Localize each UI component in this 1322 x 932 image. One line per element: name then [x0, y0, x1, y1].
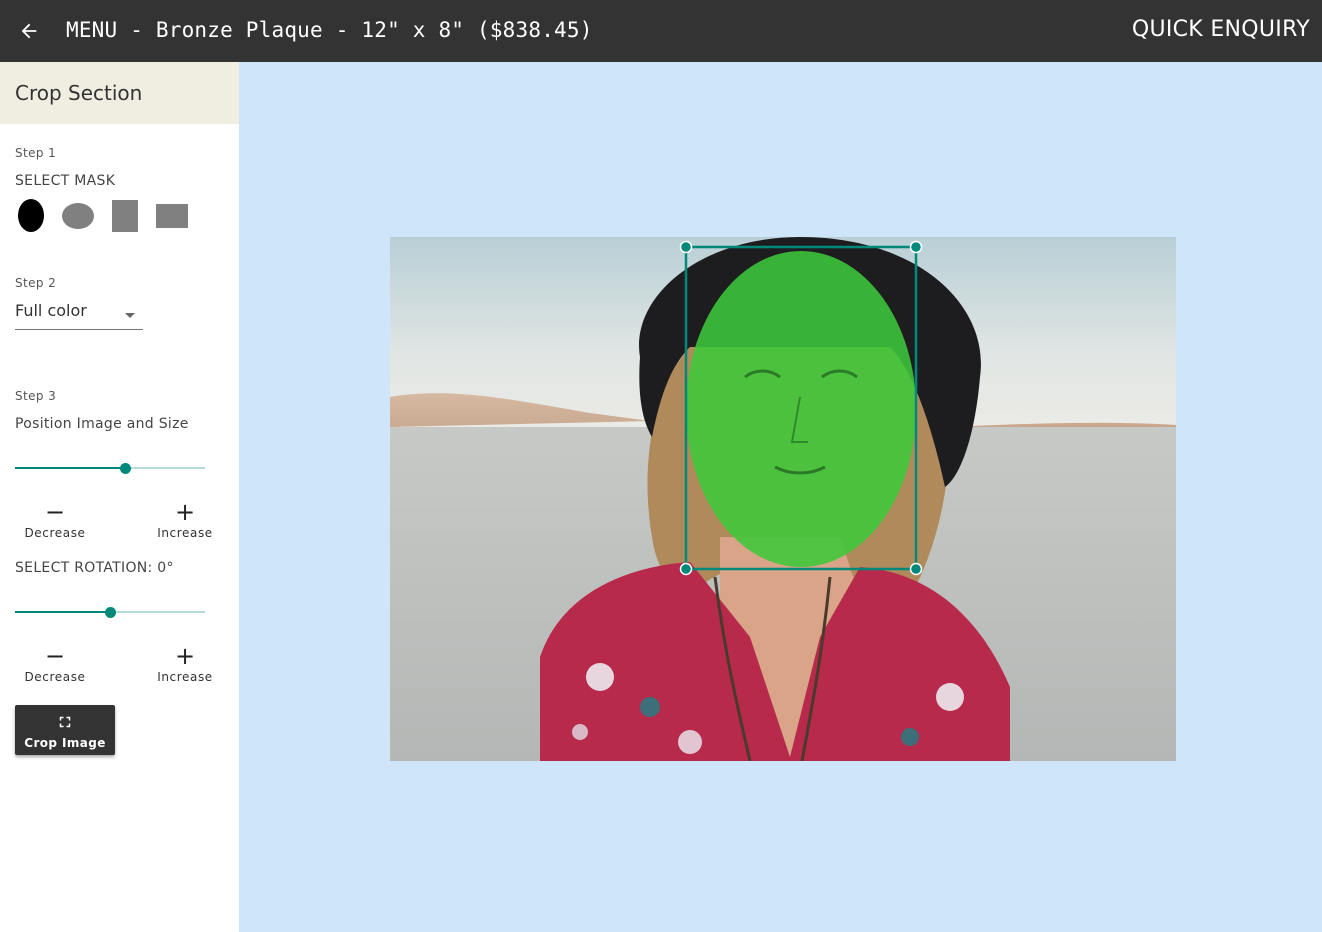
chevron-down-icon	[125, 313, 135, 318]
photo-illustration	[390, 237, 1176, 761]
step-2-label: Step 2	[15, 276, 57, 290]
rotation-increase-label: Increase	[157, 670, 213, 684]
mask-rectangle-horizontal-option[interactable]	[156, 204, 188, 228]
minus-icon: −	[44, 498, 66, 526]
plus-icon: +	[174, 498, 196, 526]
size-slider-thumb[interactable]	[120, 463, 132, 474]
top-app-bar: MENU - Bronze Plaque - 12" x 8" ($838.45…	[0, 0, 1322, 62]
image-canvas-area	[239, 62, 1322, 932]
arrow-left-icon	[21, 23, 37, 39]
size-slider-fill	[15, 467, 126, 469]
rotation-slider-fill	[15, 611, 110, 613]
rotation-slider-thumb[interactable]	[105, 607, 116, 618]
fullscreen-icon	[59, 716, 71, 728]
sidebar-title: Crop Section	[15, 81, 143, 105]
size-decrease-button[interactable]: − Decrease	[15, 498, 95, 542]
portrait-photo[interactable]	[390, 237, 1176, 761]
size-decrease-label: Decrease	[24, 526, 86, 540]
crop-sidebar: Crop Section Step 1 SELECT MASK Step 2 F…	[0, 62, 239, 932]
page-title: MENU - Bronze Plaque - 12" x 8" ($838.45…	[66, 18, 593, 42]
mask-oval-vertical-option[interactable]	[18, 199, 44, 232]
plus-icon: +	[174, 642, 196, 670]
color-mode-select[interactable]: Full color	[15, 298, 143, 330]
position-size-title: Position Image and Size	[15, 416, 189, 432]
rotation-title: SELECT ROTATION: 0°	[15, 560, 174, 576]
quick-enquiry-button[interactable]: QUICK ENQUIRY	[1132, 16, 1310, 44]
sidebar-header: Crop Section	[0, 62, 239, 124]
rotation-increase-button[interactable]: + Increase	[145, 642, 225, 686]
rotation-slider[interactable]	[15, 604, 205, 620]
size-increase-button[interactable]: + Increase	[145, 498, 225, 542]
crop-image-button[interactable]: Crop Image	[15, 705, 115, 755]
step-3-label: Step 3	[15, 389, 57, 403]
color-mode-value: Full color	[15, 301, 87, 320]
mask-rectangle-vertical-option[interactable]	[112, 200, 138, 232]
crop-image-label: Crop Image	[24, 736, 106, 750]
back-button[interactable]	[14, 16, 44, 46]
size-increase-label: Increase	[157, 526, 213, 540]
select-mask-title: SELECT MASK	[15, 173, 116, 189]
rotation-decrease-button[interactable]: − Decrease	[15, 642, 95, 686]
step-1-label: Step 1	[15, 146, 57, 160]
mask-oval-horizontal-option[interactable]	[62, 203, 94, 229]
rotation-decrease-label: Decrease	[24, 670, 86, 684]
size-slider[interactable]	[15, 460, 205, 476]
minus-icon: −	[44, 642, 66, 670]
